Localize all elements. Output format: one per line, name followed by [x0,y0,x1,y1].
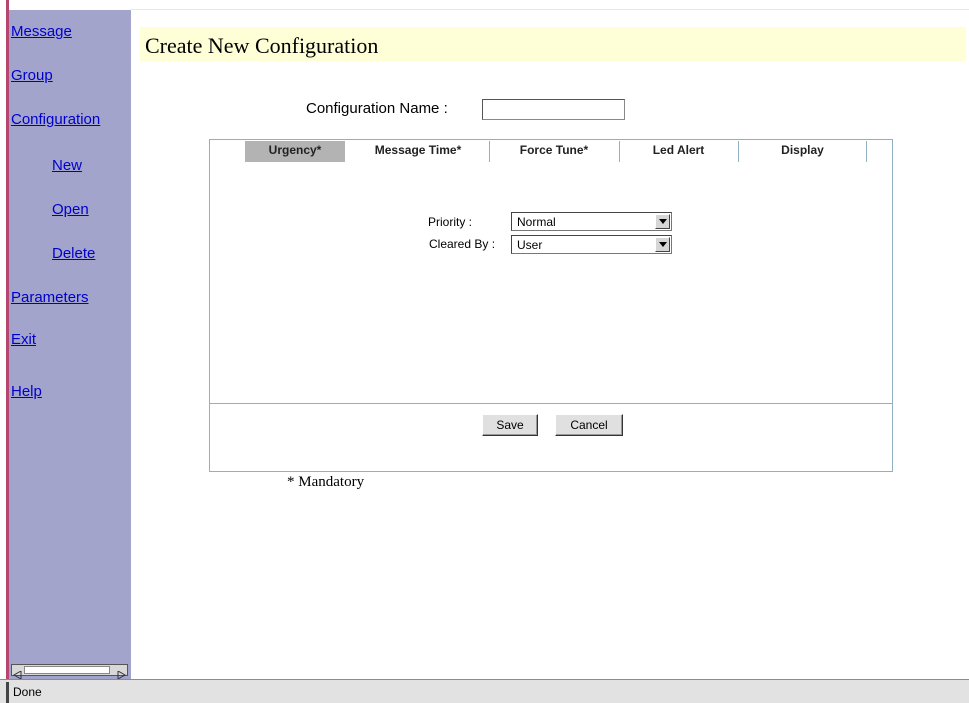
tab-force-tune[interactable]: Force Tune* [490,141,618,162]
arrow-right-icon[interactable] [116,666,127,680]
sidebar: Message Group Configuration New Open Del… [9,10,131,679]
cleared-by-select[interactable]: User [511,235,672,254]
sidebar-item-message[interactable]: Message [11,23,72,40]
priority-select-value: Normal [517,215,556,229]
tab-display[interactable]: Display [739,141,866,162]
title-band: Create New Configuration [140,27,966,61]
chevron-down-icon[interactable] [655,214,670,229]
sidebar-item-group[interactable]: Group [11,67,53,84]
priority-label: Priority : [428,215,473,229]
save-button[interactable]: Save [482,414,538,436]
scrollbar-track[interactable] [24,666,110,674]
sidebar-item-parameters[interactable]: Parameters [11,289,89,306]
sidebar-item-open[interactable]: Open [52,201,89,218]
cancel-button[interactable]: Cancel [555,414,623,436]
config-panel: Urgency* Message Time* Force Tune* Led A… [209,139,893,472]
config-name-label: Configuration Name : [306,100,448,117]
cleared-by-label: Cleared By : [429,237,496,251]
status-text: Done [13,685,42,699]
sidebar-item-new[interactable]: New [52,157,82,174]
sidebar-item-exit[interactable]: Exit [11,331,36,348]
sidebar-item-configuration[interactable]: Configuration [11,111,100,128]
config-name-input[interactable] [482,99,625,120]
cleared-by-select-value: User [517,238,543,252]
panel-divider [210,403,892,404]
status-bar-separator [6,682,9,703]
chevron-down-icon[interactable] [655,237,670,252]
sidebar-item-help[interactable]: Help [11,383,42,400]
sidebar-horizontal-scrollbar[interactable] [11,664,128,680]
tab-message-time[interactable]: Message Time* [349,141,487,162]
arrow-left-icon[interactable] [12,666,23,680]
top-border-line [131,9,969,10]
tab-separator [866,141,867,162]
priority-select[interactable]: Normal [511,212,672,231]
sidebar-item-delete[interactable]: Delete [52,245,95,262]
mandatory-note: * Mandatory [287,474,365,490]
tab-urgency[interactable]: Urgency* [245,141,345,162]
tab-led-alert[interactable]: Led Alert [620,141,737,162]
status-bar: Done [0,679,969,703]
page-title: Create New Configuration [145,33,379,58]
